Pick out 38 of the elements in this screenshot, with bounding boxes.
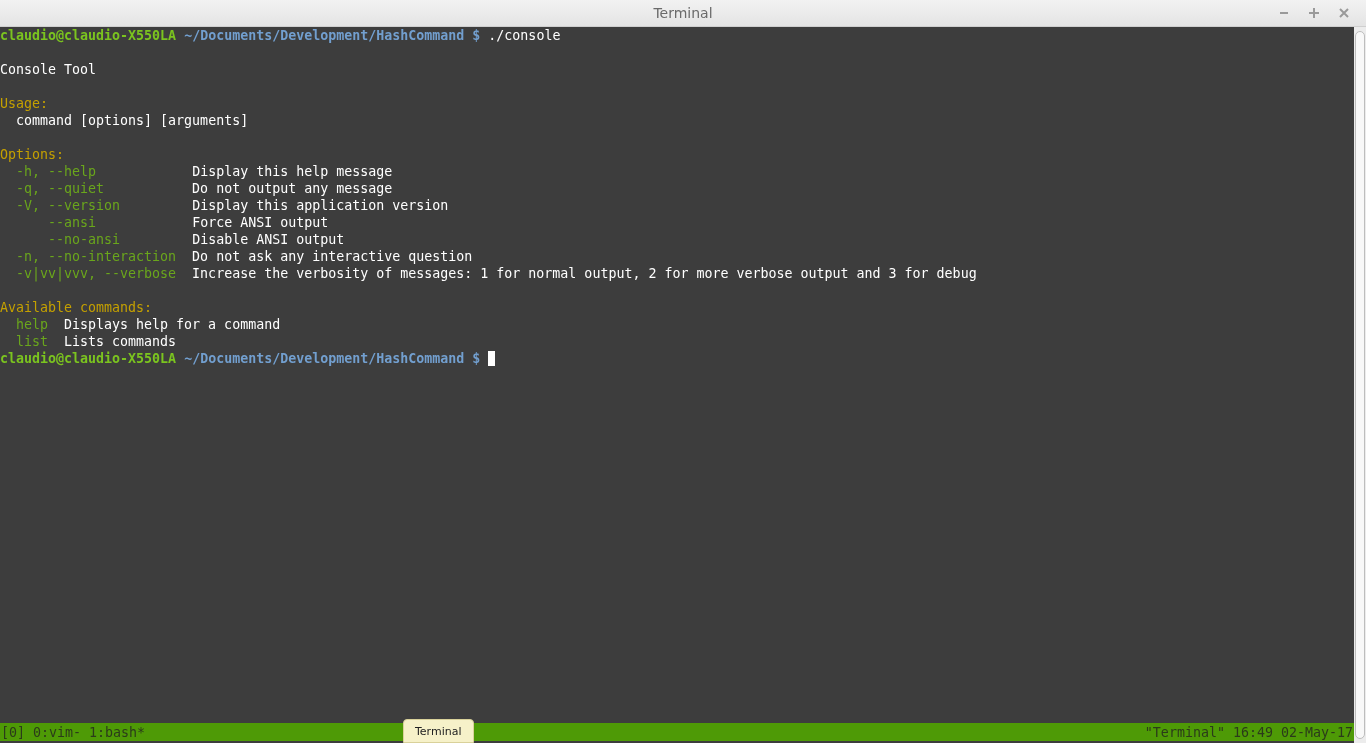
tooltip: Terminal xyxy=(403,719,474,743)
section-heading: Available commands: xyxy=(0,299,153,316)
option-description: Disable ANSI output xyxy=(192,231,345,248)
prompt-path: ~/Documents/Development/HashCommand xyxy=(184,350,465,367)
prompt-symbol: $ xyxy=(472,350,481,367)
option-description: Force ANSI output xyxy=(192,214,329,231)
prompt-user: claudio@claudio-X550LA xyxy=(0,27,177,44)
close-icon xyxy=(1338,7,1350,19)
option-description: Increase the verbosity of messages: 1 for normal output, 2 for more verbose output and 3 for debug xyxy=(192,265,977,282)
prompt-path: ~/Documents/Development/HashCommand xyxy=(184,27,465,44)
output-text: Console Tool xyxy=(0,61,97,78)
plus-icon xyxy=(1308,7,1320,19)
scrollbar-thumb[interactable] xyxy=(1355,31,1365,739)
option-name: -V, --version xyxy=(16,197,121,214)
option-description: Display this application version xyxy=(192,197,449,214)
option-name: --no-ansi xyxy=(48,231,121,248)
option-description: Do not output any message xyxy=(192,180,393,197)
option-name: -n, --no-interaction xyxy=(16,248,177,265)
option-name: -v|vv|vvv, --verbose xyxy=(16,265,177,282)
command-description: Displays help for a command xyxy=(64,316,281,333)
command-name: list xyxy=(16,333,48,350)
status-clock: "Terminal" 16:49 02-May-17 xyxy=(1143,724,1354,740)
prompt-symbol: $ xyxy=(472,27,481,44)
option-name: -q, --quiet xyxy=(16,180,105,197)
option-description: Display this help message xyxy=(192,163,393,180)
command-text: ./console xyxy=(488,27,561,44)
usage-text: command [options] [arguments] xyxy=(16,112,249,129)
scrollbar[interactable] xyxy=(1354,27,1366,743)
option-name: -h, --help xyxy=(16,163,97,180)
option-description: Do not ask any interactive question xyxy=(192,248,473,265)
command-name: help xyxy=(16,316,48,333)
window-list: [0] 0:vim- 1:bash* xyxy=(0,724,147,740)
prompt-user: claudio@claudio-X550LA xyxy=(0,350,177,367)
section-heading: Usage: xyxy=(0,95,49,112)
window-title: Terminal xyxy=(653,5,713,21)
option-name: --ansi xyxy=(48,214,97,231)
section-heading: Options: xyxy=(0,146,65,163)
command-description: Lists commands xyxy=(64,333,177,350)
